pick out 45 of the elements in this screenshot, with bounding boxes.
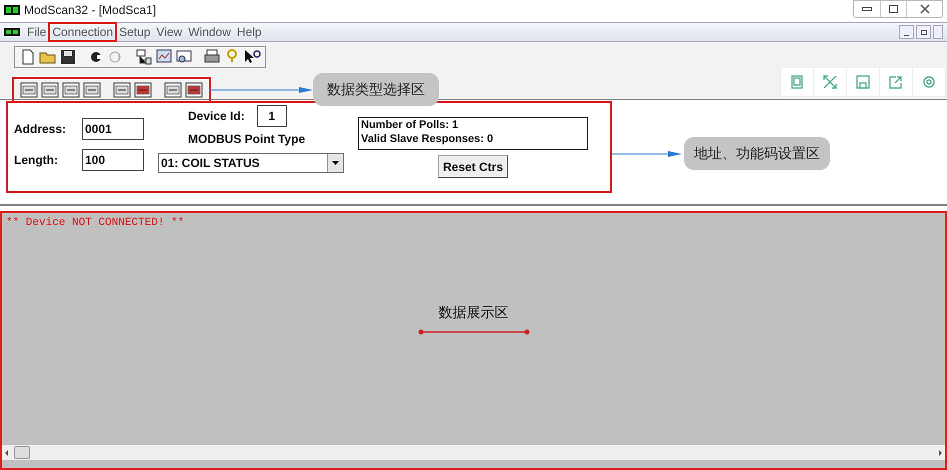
- fullscreen-icon[interactable]: [823, 75, 837, 89]
- input-field[interactable]: 0001: [82, 118, 144, 140]
- horizontal-scrollbar[interactable]: [2, 445, 945, 460]
- menu-item[interactable]: Connection: [49, 23, 116, 41]
- callout-label: 地址、功能码设置区: [684, 137, 830, 170]
- app-icon: [4, 5, 20, 15]
- tree-icon[interactable]: [135, 48, 153, 66]
- settings-icon[interactable]: [922, 75, 936, 89]
- response-count: Valid Slave Responses: 0: [361, 132, 494, 146]
- data-type-icon[interactable]: [113, 80, 131, 98]
- field-label: Address:: [14, 121, 68, 138]
- field-label: MODBUS Point Type: [188, 131, 306, 148]
- document-icon: [4, 28, 20, 36]
- save-icon[interactable]: [59, 48, 77, 66]
- data-type-icon[interactable]: [164, 80, 182, 98]
- data-type-icon[interactable]: [20, 80, 38, 98]
- context-help-icon[interactable]: [243, 48, 261, 66]
- menu-item[interactable]: File: [24, 23, 50, 41]
- input-field[interactable]: 100: [82, 149, 144, 171]
- callout-label: 数据类型选择区: [313, 73, 439, 106]
- callout-label: 数据展示区: [438, 302, 508, 322]
- data-type-icon[interactable]: [83, 80, 101, 98]
- data-type-icon[interactable]: [134, 80, 152, 98]
- field-label: Length:: [14, 152, 59, 169]
- window-title: ModScan32 - [ModSca1]: [24, 2, 156, 19]
- status-message: ** Device NOT CONNECTED! **: [5, 216, 186, 231]
- data-type-icon[interactable]: [41, 80, 59, 98]
- menu-item[interactable]: Help: [234, 23, 265, 41]
- poll-count: Number of Polls: 1: [361, 118, 460, 132]
- share-icon[interactable]: [889, 75, 903, 89]
- input-field[interactable]: 1: [256, 105, 287, 127]
- close-icon[interactable]: [920, 4, 930, 14]
- child-restore-button[interactable]: [916, 25, 931, 39]
- menu-item[interactable]: Window: [185, 23, 234, 41]
- menu-item[interactable]: View: [153, 23, 186, 41]
- scroll-thumb[interactable]: [14, 446, 30, 459]
- reset-button[interactable]: Reset Ctrs: [438, 155, 508, 178]
- child-minimize-button[interactable]: [899, 25, 914, 39]
- data-type-icon[interactable]: [62, 80, 80, 98]
- arrow: [612, 150, 682, 158]
- menu-item[interactable]: Setup: [116, 23, 154, 41]
- data-type-icon[interactable]: [185, 80, 203, 98]
- tablet-icon[interactable]: [790, 75, 804, 89]
- field-label: Device Id:: [188, 108, 245, 125]
- point-type-dropdown[interactable]: 01: COIL STATUS: [158, 153, 344, 173]
